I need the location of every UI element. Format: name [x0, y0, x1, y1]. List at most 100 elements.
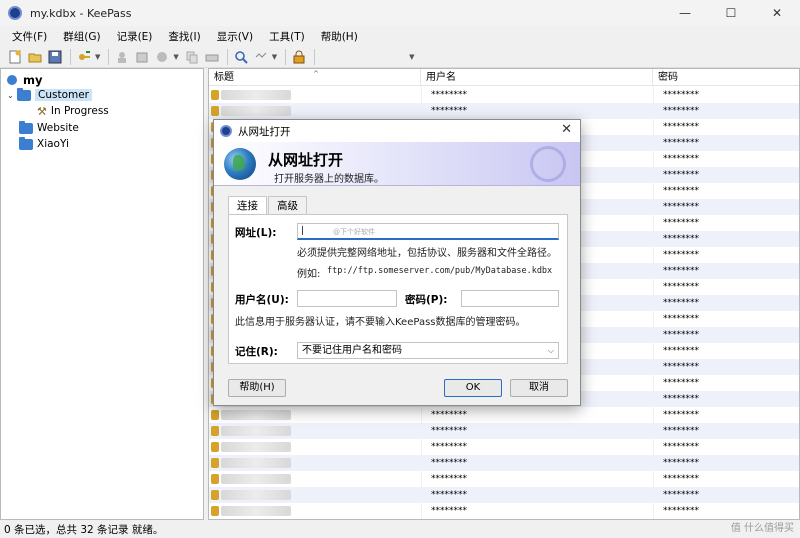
- tree-item-label: XiaoYi: [37, 138, 69, 150]
- save-icon[interactable]: [46, 48, 64, 66]
- table-row[interactable]: ******** ********: [209, 439, 799, 455]
- key-icon: [211, 426, 219, 436]
- url-label: 网址(L):: [235, 227, 277, 239]
- close-window-button[interactable]: ✕: [754, 0, 800, 26]
- blurred-title: [221, 474, 291, 484]
- copy-password-icon[interactable]: [133, 48, 151, 66]
- column-header-username[interactable]: 用户名: [421, 69, 653, 86]
- search-icon[interactable]: [232, 48, 250, 66]
- tree-item-xiaoyi[interactable]: XiaoYi: [19, 136, 69, 152]
- key-icon: [211, 106, 219, 116]
- table-row[interactable]: ******** ********: [209, 471, 799, 487]
- username-input[interactable]: [297, 290, 397, 307]
- password-cell: ********: [663, 490, 699, 500]
- copy-entry-icon[interactable]: [183, 48, 201, 66]
- list-header: 标题 ^ 用户名 密码: [209, 69, 799, 86]
- blurred-title: [221, 490, 291, 500]
- open-folder-icon[interactable]: [26, 48, 44, 66]
- banner-title: 从网址打开: [268, 151, 344, 169]
- dialog-title-bar: 从网址打开 ✕: [214, 120, 580, 142]
- open-url-dropdown-icon[interactable]: ▼: [173, 53, 178, 61]
- username-cell: ********: [431, 106, 467, 116]
- add-entry-icon[interactable]: [75, 48, 93, 66]
- dialog-close-icon[interactable]: ✕: [561, 122, 572, 137]
- add-entry-dropdown-icon[interactable]: ▼: [95, 53, 100, 61]
- auto-type-icon[interactable]: [203, 48, 221, 66]
- new-database-icon[interactable]: [6, 48, 24, 66]
- table-row[interactable]: ******** ********: [209, 423, 799, 439]
- example-value: ftp://ftp.someserver.com/pub/MyDatabase.…: [327, 266, 553, 276]
- password-cell: ********: [663, 202, 699, 212]
- username-cell: ********: [431, 458, 467, 468]
- menu-group[interactable]: 群组(G): [55, 29, 108, 44]
- expand-chevron-icon[interactable]: ⌄: [7, 91, 17, 100]
- tree-item-label: Customer: [35, 89, 93, 101]
- ok-button[interactable]: OK: [444, 379, 502, 397]
- table-row[interactable]: ******** ********: [209, 455, 799, 471]
- tab-advanced[interactable]: 高级: [268, 196, 307, 214]
- key-icon: [211, 474, 219, 484]
- username-cell: ********: [431, 410, 467, 420]
- dialog-title: 从网址打开: [238, 125, 291, 138]
- watermark-text: 值 什么值得买: [730, 523, 794, 534]
- table-row[interactable]: ******** ********: [209, 407, 799, 423]
- window-title: my.kdbx - KeePass: [30, 6, 132, 20]
- password-cell: ********: [663, 218, 699, 228]
- banner-subtitle: 打开服务器上的数据库。: [274, 174, 384, 185]
- menu-find[interactable]: 查找(I): [160, 29, 208, 44]
- example-label: 例如:: [297, 269, 321, 280]
- folder-icon: [19, 136, 33, 150]
- folder-icon: [19, 120, 33, 134]
- show-entries-dropdown-icon[interactable]: ▼: [272, 53, 277, 61]
- menu-tools[interactable]: 工具(T): [261, 29, 313, 44]
- blurred-title: [221, 442, 291, 452]
- tree-item-website[interactable]: Website: [19, 120, 79, 136]
- show-entries-icon[interactable]: [252, 48, 270, 66]
- menu-file[interactable]: 文件(F): [4, 29, 55, 44]
- lock-workspace-icon[interactable]: [290, 48, 308, 66]
- tree-item-in-progress[interactable]: ⚒ In Progress: [37, 103, 109, 119]
- password-cell: ********: [663, 170, 699, 180]
- maximize-button[interactable]: ☐: [708, 0, 754, 26]
- table-row[interactable]: ******** ********: [209, 503, 799, 519]
- toolbar-separator: [285, 48, 287, 65]
- remember-select[interactable]: 不要记住用户名和密码 ⌵: [297, 342, 559, 359]
- password-cell: ********: [663, 186, 699, 196]
- password-input[interactable]: [461, 290, 559, 307]
- password-cell: ********: [663, 378, 699, 388]
- table-row[interactable]: ******** ********: [209, 87, 799, 103]
- password-cell: ********: [663, 250, 699, 260]
- menu-help[interactable]: 帮助(H): [313, 29, 366, 44]
- quick-search-dropdown-icon[interactable]: ▼: [409, 53, 414, 61]
- open-from-url-dialog: 从网址打开 ✕ 从网址打开 打开服务器上的数据库。 连接 高级 网址(L): |…: [213, 119, 581, 406]
- password-cell: ********: [663, 154, 699, 164]
- tab-connection[interactable]: 连接: [228, 196, 267, 214]
- username-cell: ********: [431, 442, 467, 452]
- password-cell: ********: [663, 362, 699, 372]
- globe-watermark-icon: [530, 146, 566, 182]
- menu-entry[interactable]: 记录(E): [109, 29, 161, 44]
- cancel-button[interactable]: 取消: [510, 379, 568, 397]
- table-row[interactable]: ******** ********: [209, 487, 799, 503]
- column-header-password[interactable]: 密码: [653, 69, 799, 86]
- key-icon: [211, 442, 219, 452]
- tree-root[interactable]: my: [5, 72, 42, 88]
- wrench-icon: ⚒: [37, 104, 47, 118]
- tree-item-label: In Progress: [50, 105, 109, 117]
- group-tree[interactable]: my ⌄ Customer ⚒ In Progress Website Xiao…: [0, 68, 204, 520]
- menu-view[interactable]: 显示(V): [209, 29, 261, 44]
- window-controls: — ☐ ✕: [662, 0, 800, 26]
- table-row[interactable]: ******** ********: [209, 103, 799, 119]
- username-cell: ********: [431, 506, 467, 516]
- password-cell: ********: [663, 90, 699, 100]
- copy-username-icon[interactable]: [113, 48, 131, 66]
- open-url-icon[interactable]: [153, 48, 171, 66]
- status-text: 0 条已选，总共 32 条记录 就绪。: [4, 523, 164, 536]
- minimize-button[interactable]: —: [662, 0, 708, 26]
- column-header-title[interactable]: 标题 ^: [209, 69, 421, 86]
- key-icon: [211, 490, 219, 500]
- tree-item-customer[interactable]: ⌄ Customer: [7, 87, 93, 103]
- toolbar-separator: [108, 48, 110, 65]
- tree-item-label: Website: [37, 122, 79, 134]
- help-button[interactable]: 帮助(H): [228, 379, 286, 397]
